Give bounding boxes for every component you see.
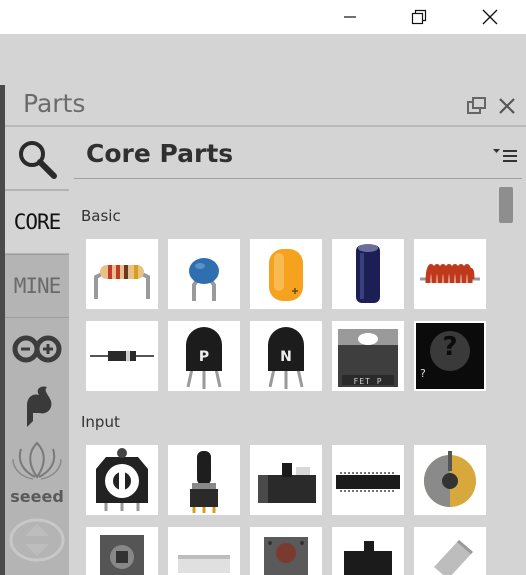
- bin-tab-mine[interactable]: MINE: [5, 255, 69, 316]
- pushbutton-icon: [264, 537, 308, 575]
- bin-tab-scroll[interactable]: [5, 510, 69, 570]
- stepper-motor-icon: [100, 535, 144, 575]
- seeed-label: seeed: [10, 487, 64, 506]
- part-potentiometer[interactable]: [86, 445, 158, 515]
- bin-header: Core Parts: [74, 132, 522, 178]
- float-icon: [467, 97, 486, 114]
- dock-divider: [5, 125, 526, 127]
- bin-title: Core Parts: [86, 139, 234, 168]
- bin-tabs: CORE MINE seeed: [5, 128, 69, 575]
- bin-menu-button[interactable]: [493, 147, 521, 167]
- svg-text:N: N: [280, 349, 292, 365]
- part-inductor[interactable]: [414, 239, 486, 309]
- bin-tab-core[interactable]: CORE: [5, 191, 69, 253]
- dip-switch-icon: [336, 472, 400, 492]
- parts-dock: Parts CORE MINE seeed Core Parts Basic P…: [5, 85, 526, 575]
- part-switch[interactable]: [168, 527, 240, 575]
- bin-tab-arduino[interactable]: [5, 318, 69, 379]
- part-toggle-switch[interactable]: [332, 527, 404, 575]
- rotary-encoder-icon: [424, 451, 476, 507]
- bin-content: Core Parts Basic P N FET P ? ? Input: [74, 128, 526, 575]
- section-label-input: Input: [81, 413, 120, 431]
- restore-button[interactable]: [396, 0, 442, 34]
- part-slide-switch[interactable]: [250, 445, 322, 515]
- part-mystery[interactable]: ? ?: [414, 321, 486, 391]
- close-icon: [482, 9, 498, 25]
- part-pnp-transistor[interactable]: P: [168, 321, 240, 391]
- electrolytic-capacitor-icon: [356, 244, 380, 303]
- part-npn-transistor[interactable]: N: [250, 321, 322, 391]
- sparkfun-flame-icon: [27, 386, 52, 427]
- part-rotary-encoder[interactable]: [414, 445, 486, 515]
- minimize-button[interactable]: [327, 0, 373, 34]
- part-ceramic-capacitor[interactable]: [168, 239, 240, 309]
- bin-tab-mine-label: MINE: [13, 273, 62, 298]
- bin-header-divider: [74, 178, 522, 179]
- bin-scroll-arrows-icon: [9, 518, 65, 562]
- part-tantalum-capacitor[interactable]: [250, 239, 322, 309]
- pnp-transistor-icon: P: [186, 327, 222, 389]
- arduino-logo-icon: [12, 335, 62, 362]
- menu-icon: [493, 149, 517, 162]
- resistor-icon: [94, 265, 150, 299]
- svg-text:P: P: [199, 349, 209, 365]
- npn-transistor-icon: N: [268, 327, 304, 389]
- dock-float-button[interactable]: [467, 97, 487, 119]
- mystery-question-mark: ?: [442, 332, 458, 362]
- dock-title: Parts: [23, 89, 86, 118]
- part-rotary-potentiometer[interactable]: [168, 445, 240, 515]
- part-electrolytic-capacitor[interactable]: [332, 239, 404, 309]
- rotary-potentiometer-icon: [190, 451, 218, 513]
- part-diode[interactable]: [86, 321, 158, 391]
- section-label-basic: Basic: [81, 207, 121, 225]
- minimize-icon: [344, 16, 356, 18]
- tantalum-capacitor-icon: [269, 249, 303, 301]
- part-resistor[interactable]: [86, 239, 158, 309]
- ceramic-capacitor-icon: [189, 258, 219, 301]
- bin-tab-search[interactable]: [5, 128, 69, 189]
- mystery-small-mark: ?: [420, 367, 426, 380]
- window-titlebar: [0, 0, 526, 34]
- part-pushbutton[interactable]: [250, 527, 322, 575]
- part-stepper-motor[interactable]: [86, 527, 158, 575]
- bin-tab-core-label: CORE: [13, 210, 62, 234]
- slide-switch-icon: [258, 463, 316, 503]
- potentiometer-icon: [96, 448, 148, 511]
- part-tilt-switch[interactable]: [414, 527, 486, 575]
- inductor-icon: [420, 264, 480, 284]
- tilt-switch-icon: [434, 539, 473, 575]
- scrollbar-thumb[interactable]: [499, 187, 513, 223]
- dock-close-button[interactable]: [498, 97, 516, 119]
- close-icon: [499, 98, 515, 114]
- diode-icon: [90, 351, 154, 361]
- vertical-scrollbar[interactable]: [498, 185, 512, 575]
- close-window-button[interactable]: [467, 0, 513, 34]
- restore-icon: [411, 9, 427, 25]
- bin-tab-sparkfun[interactable]: [5, 379, 69, 435]
- toggle-switch-icon: [344, 541, 392, 575]
- part-fet-p[interactable]: FET P: [332, 321, 404, 391]
- part-dip-switch[interactable]: [332, 445, 404, 515]
- search-icon: [19, 140, 57, 179]
- fet-p-label: FET P: [353, 377, 383, 386]
- switch-icon: [178, 555, 230, 573]
